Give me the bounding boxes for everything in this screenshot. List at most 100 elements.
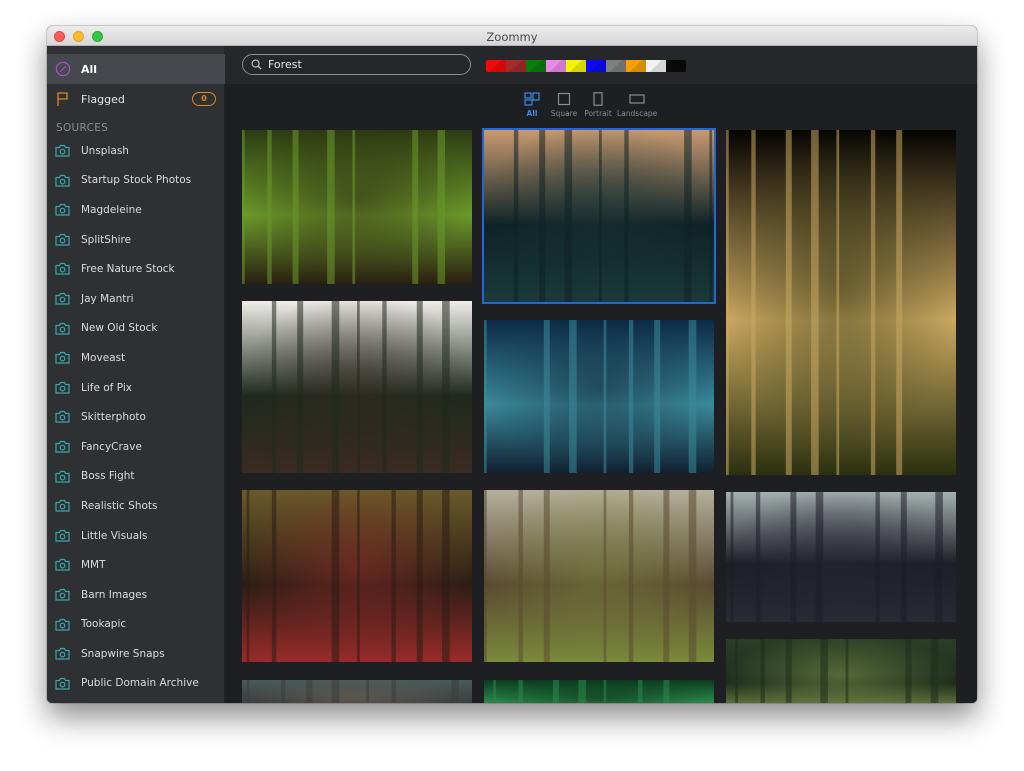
flag-icon bbox=[57, 92, 68, 106]
sidebar-source-item[interactable]: Jay Mantri bbox=[47, 284, 225, 314]
camera-icon bbox=[55, 233, 70, 246]
sidebar-source-label: MMT bbox=[81, 559, 106, 572]
photo-image bbox=[726, 130, 956, 475]
sidebar-source-item[interactable]: Moveast bbox=[47, 343, 225, 373]
app-window: Zoommy All Flagged 0 SOURCES Unsplash Sta… bbox=[47, 26, 977, 703]
sidebar: All Flagged 0 SOURCES Unsplash Startup St… bbox=[47, 46, 225, 703]
sources-heading: SOURCES bbox=[56, 122, 109, 134]
sidebar-source-label: Life of Pix bbox=[81, 381, 132, 394]
filter-portrait[interactable]: Portrait bbox=[583, 92, 613, 118]
close-window-button[interactable] bbox=[54, 31, 65, 42]
camera-icon bbox=[55, 174, 70, 187]
photo-thumbnail-dusk-pine-treeline[interactable] bbox=[482, 128, 716, 304]
sidebar-item-all[interactable]: All bbox=[47, 54, 225, 84]
sidebar-item-label: Flagged bbox=[81, 92, 125, 106]
title-bar: Zoommy bbox=[47, 26, 977, 46]
camera-icon bbox=[55, 588, 70, 601]
photo-image bbox=[484, 130, 714, 302]
sidebar-source-item[interactable]: Barn Images bbox=[47, 580, 225, 610]
sidebar-source-item[interactable]: New Old Stock bbox=[47, 314, 225, 344]
sidebar-source-item[interactable]: Magdeleine bbox=[47, 195, 225, 225]
photo-thumbnail-sunlit-tree-fog-night[interactable] bbox=[726, 130, 956, 475]
color-swatch-orange[interactable] bbox=[626, 60, 646, 72]
photo-thumbnail-person-hair-closeup[interactable] bbox=[242, 680, 472, 703]
sidebar-source-label: Realistic Shots bbox=[81, 499, 158, 512]
color-swatch-red[interactable] bbox=[486, 60, 506, 72]
flagged-count-badge: 0 bbox=[192, 92, 216, 106]
camera-icon bbox=[55, 529, 70, 542]
compass-icon bbox=[55, 61, 71, 77]
color-swatch-violet[interactable] bbox=[546, 60, 566, 72]
photo-thumbnail-woman-facing-pines[interactable] bbox=[242, 301, 472, 473]
camera-icon bbox=[55, 500, 70, 512]
sidebar-source-item[interactable]: Little Visuals bbox=[47, 521, 225, 551]
camera-icon bbox=[55, 559, 70, 571]
camera-icon bbox=[55, 144, 70, 157]
sidebar-source-item[interactable]: Life of Pix bbox=[47, 373, 225, 403]
sidebar-source-label: Magdeleine bbox=[81, 203, 142, 216]
camera-icon bbox=[55, 647, 70, 660]
photo-thumbnail-blue-glowing-forest[interactable] bbox=[484, 320, 714, 473]
sidebar-item-flagged[interactable]: Flagged 0 bbox=[47, 84, 225, 114]
filter-landscape[interactable]: Landscape bbox=[617, 92, 657, 118]
color-swatch-green[interactable] bbox=[526, 60, 546, 72]
photo-image bbox=[242, 490, 472, 662]
sidebar-source-label: Jay Mantri bbox=[81, 292, 134, 305]
search-field[interactable] bbox=[242, 54, 471, 75]
sidebar-source-label: Skitterphoto bbox=[81, 411, 146, 424]
filter-label: Portrait bbox=[584, 109, 612, 118]
sidebar-source-item[interactable]: MMT bbox=[47, 550, 225, 580]
sidebar-source-label: Little Visuals bbox=[81, 529, 148, 542]
sidebar-source-item[interactable]: Snapwire Snaps bbox=[47, 639, 225, 669]
sidebar-source-item[interactable]: SplitShire bbox=[47, 225, 225, 255]
sidebar-source-item[interactable]: Free Nature Stock bbox=[47, 254, 225, 284]
color-swatch-black[interactable] bbox=[666, 60, 686, 72]
photo-image bbox=[242, 680, 472, 703]
sidebar-source-label: Moveast bbox=[81, 351, 126, 364]
photo-image bbox=[484, 490, 714, 662]
sidebar-source-item[interactable]: Public Domain Archive bbox=[47, 669, 225, 699]
sidebar-source-item[interactable]: Startup Stock Photos bbox=[47, 166, 225, 196]
sources-list: Unsplash Startup Stock Photos Magdeleine Sp… bbox=[47, 136, 225, 698]
camera-icon bbox=[55, 292, 70, 305]
sidebar-source-label: Tookapic bbox=[81, 618, 127, 631]
camera-icon bbox=[55, 618, 70, 631]
sidebar-source-item[interactable]: Unsplash bbox=[47, 136, 225, 166]
photo-image bbox=[726, 492, 956, 622]
photo-image bbox=[242, 130, 472, 284]
sidebar-source-item[interactable]: Boss Fight bbox=[47, 462, 225, 492]
color-swatch-blue[interactable] bbox=[586, 60, 606, 72]
photo-thumbnail-misty-bare-forest[interactable] bbox=[726, 492, 956, 622]
search-input[interactable] bbox=[268, 56, 463, 73]
square-icon bbox=[557, 92, 571, 106]
camera-icon bbox=[55, 381, 70, 394]
sidebar-source-item[interactable]: FancyCrave bbox=[47, 432, 225, 462]
color-swatch-gray[interactable] bbox=[606, 60, 626, 72]
camera-icon bbox=[55, 322, 70, 335]
color-swatch-white[interactable] bbox=[646, 60, 666, 72]
photo-thumbnail-hill-pine-forest[interactable] bbox=[726, 639, 956, 703]
color-swatch-yellow[interactable] bbox=[566, 60, 586, 72]
sidebar-item-label: All bbox=[81, 62, 98, 76]
sidebar-source-label: FancyCrave bbox=[81, 440, 142, 453]
maximize-window-button[interactable] bbox=[92, 31, 103, 42]
camera-icon bbox=[55, 352, 70, 364]
color-swatch-brown[interactable] bbox=[506, 60, 526, 72]
sidebar-source-item[interactable]: Realistic Shots bbox=[47, 491, 225, 521]
filter-all[interactable]: All bbox=[522, 92, 542, 118]
sidebar-source-label: Startup Stock Photos bbox=[81, 174, 192, 187]
photo-thumbnail-woman-red-scarf-woods[interactable] bbox=[242, 490, 472, 662]
camera-icon bbox=[55, 411, 70, 423]
filter-square[interactable]: Square bbox=[548, 92, 580, 118]
filter-label: Landscape bbox=[617, 109, 658, 118]
photo-thumbnail-green-forest-ferns[interactable] bbox=[242, 130, 472, 284]
sidebar-source-item[interactable]: Tookapic bbox=[47, 610, 225, 640]
sidebar-source-item[interactable]: Skitterphoto bbox=[47, 402, 225, 432]
camera-icon bbox=[55, 263, 70, 275]
photo-thumbnail-green-blurred-trunks[interactable] bbox=[484, 680, 714, 703]
sidebar-source-label: New Old Stock bbox=[81, 322, 158, 335]
photo-thumbnail-sunny-bare-trees[interactable] bbox=[484, 490, 714, 662]
search-icon bbox=[251, 59, 262, 70]
minimize-window-button[interactable] bbox=[73, 31, 84, 42]
sidebar-source-label: Public Domain Archive bbox=[81, 677, 199, 690]
